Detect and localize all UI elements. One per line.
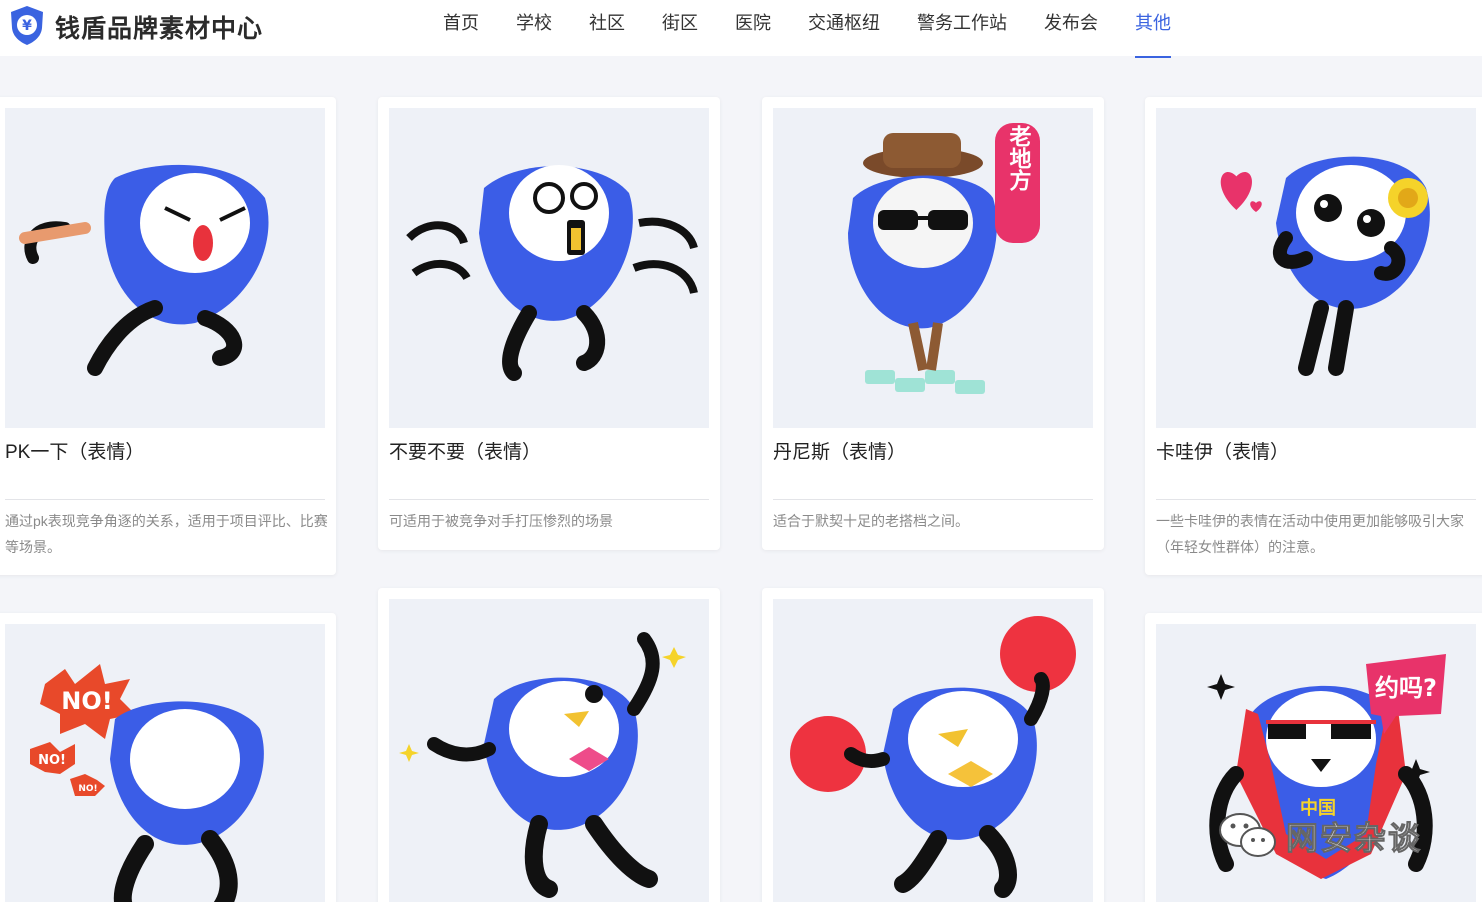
nav-item-community[interactable]: 社区: [589, 0, 625, 56]
svg-text:约吗?: 约吗?: [1375, 674, 1437, 702]
nav-item-press-conference[interactable]: 发布会: [1044, 0, 1098, 56]
svg-text:NO!: NO!: [61, 687, 112, 715]
mascot-pk-image: [19, 164, 269, 376]
svg-text:¥: ¥: [22, 18, 32, 34]
sticker-card-kawaii[interactable]: 卡哇伊（表情） 一些卡哇伊的表情在活动中使用更加能够吸引大家（年轻女性群体）的注…: [1145, 97, 1482, 575]
card-title[interactable]: 不要不要（表情）: [389, 437, 541, 464]
sticker-card-no[interactable]: NO! NO! NO!: [0, 613, 336, 902]
mascot-buyao-image: [406, 165, 698, 381]
nav-item-transit-hub[interactable]: 交通枢纽: [808, 0, 880, 56]
sticker-card-dance[interactable]: [378, 588, 720, 902]
sticker-thumbnail[interactable]: [389, 599, 709, 902]
card-divider: [389, 499, 709, 500]
watermark-text: 网安杂谈: [1285, 820, 1423, 857]
card-divider: [773, 499, 1093, 500]
brand-title[interactable]: 钱盾品牌素材中心: [55, 9, 263, 45]
card-title[interactable]: PK一下（表情）: [5, 437, 144, 464]
mascot-dancing-image: [399, 632, 686, 898]
nav-item-street[interactable]: 街区: [662, 0, 698, 56]
sticker-thumbnail[interactable]: [1156, 108, 1476, 428]
card-divider: [1156, 499, 1476, 500]
nav-item-other[interactable]: 其他: [1135, 0, 1171, 58]
mascot-crying-no-image: NO! NO! NO!: [30, 664, 264, 902]
nav-item-home[interactable]: 首页: [443, 0, 479, 56]
wechat-watermark: 网安杂谈: [1218, 812, 1422, 860]
nav-item-police-station[interactable]: 警务工作站: [917, 0, 1007, 56]
svg-text:NO!: NO!: [38, 753, 66, 768]
mascot-kawaii-image: [1220, 156, 1430, 376]
mascot-dennis-image: 老地方: [848, 123, 1040, 394]
shield-logo-icon[interactable]: ¥: [8, 4, 46, 46]
sticker-thumbnail[interactable]: 老地方: [773, 108, 1093, 428]
main-nav: 首页 学校 社区 街区 医院 交通枢纽 警务工作站 发布会 其他: [443, 0, 1208, 58]
nav-item-school[interactable]: 学校: [516, 0, 552, 56]
mascot-yuema-image: 中国 约吗?: [1207, 654, 1446, 879]
card-divider: [5, 499, 325, 500]
sticker-card-cheer[interactable]: [762, 588, 1104, 902]
card-description: 适合于默契十足的老搭档之间。: [773, 513, 969, 529]
mascot-cheering-image: [790, 616, 1076, 898]
sticker-card-pk[interactable]: PK一下（表情） 通过pk表现竞争角逐的关系，适用于项目评比、比赛等场景。: [0, 97, 336, 575]
svg-text:老地方: 老地方: [1006, 125, 1033, 192]
top-header: ¥ 钱盾品牌素材中心 首页 学校 社区 街区 医院 交通枢纽 警务工作站 发布会…: [0, 0, 1482, 58]
sticker-card-buyao[interactable]: 不要不要（表情） 可适用于被竞争对手打压惨烈的场景: [378, 97, 720, 550]
laodifang-sign: 老地方: [995, 123, 1040, 243]
card-description: 一些卡哇伊的表情在活动中使用更加能够吸引大家（年轻女性群体）的注意。: [1156, 513, 1464, 555]
sticker-card-dennis[interactable]: 老地方 丹尼斯（表情） 适合于默契十足的老搭档之间。: [762, 97, 1104, 550]
sticker-thumbnail[interactable]: [773, 599, 1093, 902]
card-description: 通过pk表现竞争角逐的关系，适用于项目评比、比赛等场景。: [5, 513, 328, 555]
sticker-thumbnail[interactable]: [5, 108, 325, 428]
sticker-thumbnail[interactable]: 中国 约吗?: [1156, 624, 1476, 902]
card-title[interactable]: 卡哇伊（表情）: [1156, 437, 1289, 464]
svg-text:NO!: NO!: [78, 784, 97, 794]
sticker-thumbnail[interactable]: NO! NO! NO!: [5, 624, 325, 902]
wechat-icon: [1219, 813, 1276, 857]
sticker-thumbnail[interactable]: [389, 108, 709, 428]
card-title[interactable]: 丹尼斯（表情）: [773, 437, 906, 464]
card-description: 可适用于被竞争对手打压惨烈的场景: [389, 513, 613, 529]
nav-item-hospital[interactable]: 医院: [735, 0, 771, 56]
